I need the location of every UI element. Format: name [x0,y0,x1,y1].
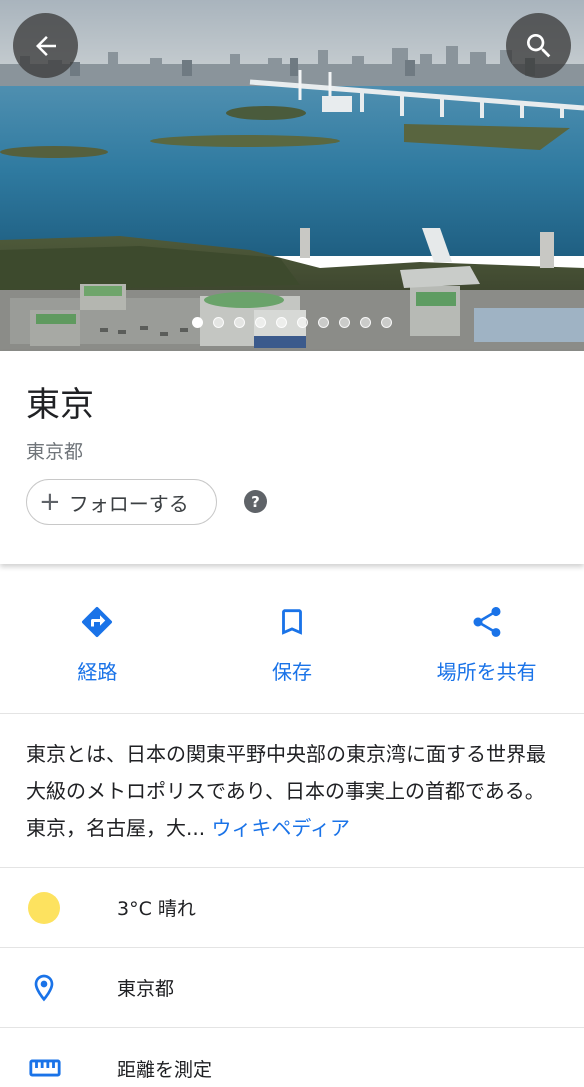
help-icon[interactable]: ? [244,490,267,513]
ruler-icon [0,1051,117,1085]
pager-dot[interactable] [339,317,350,328]
location-pin-icon [0,972,117,1004]
directions-button[interactable]: 経路 [0,564,195,713]
search-button[interactable] [506,13,571,78]
place-description: 東京とは、日本の関東平野中央部の東京湾に面する世界最大級のメトロポリスであり、日… [0,714,584,868]
measure-text: 距離を測定 [117,1058,213,1081]
action-row: 経路 保存 場所を共有 [0,564,584,714]
weather-text: 3°C 晴れ [117,898,196,920]
plus-icon: + [39,487,61,517]
place-title: 東京 [26,385,94,425]
tokyo-bay-photo [0,0,584,351]
pager-dot[interactable] [360,317,371,328]
place-subtitle: 東京都 [26,441,84,463]
location-row[interactable]: 東京都 [0,948,584,1028]
wikipedia-link[interactable]: ウィキペディア [211,816,350,840]
pager-dot[interactable] [192,317,203,328]
arrow-back-icon [31,31,61,61]
bookmark-icon [275,602,309,642]
pager-dot[interactable] [234,317,245,328]
pager-dot[interactable] [255,317,266,328]
back-button[interactable] [13,13,78,78]
share-icon [469,602,505,642]
pager-dot[interactable] [213,317,224,328]
share-button[interactable]: 場所を共有 [389,564,584,713]
pager-dot[interactable] [381,317,392,328]
search-icon [523,30,555,62]
description-text: 東京とは、日本の関東平野中央部の東京湾に面する世界最大級のメトロポリスであり、日… [26,736,558,847]
place-header: 東京 東京都 + フォローする ? [0,351,584,564]
pager-dot[interactable] [297,317,308,328]
weather-row[interactable]: 3°C 晴れ [0,868,584,948]
hero-photo[interactable] [0,0,584,351]
directions-icon [79,602,115,642]
share-label: 場所を共有 [436,660,537,684]
directions-label: 経路 [77,660,118,684]
pager-dot[interactable] [318,317,329,328]
photo-pager-dots [0,317,584,328]
location-text: 東京都 [117,978,175,1000]
follow-label: フォローする [68,491,189,516]
pager-dot[interactable] [276,317,287,328]
measure-row[interactable]: 距離を測定 [0,1028,584,1087]
save-label: 保存 [272,660,312,684]
sun-icon [28,891,60,924]
follow-button[interactable]: + フォローする [26,479,217,525]
save-button[interactable]: 保存 [195,564,390,713]
